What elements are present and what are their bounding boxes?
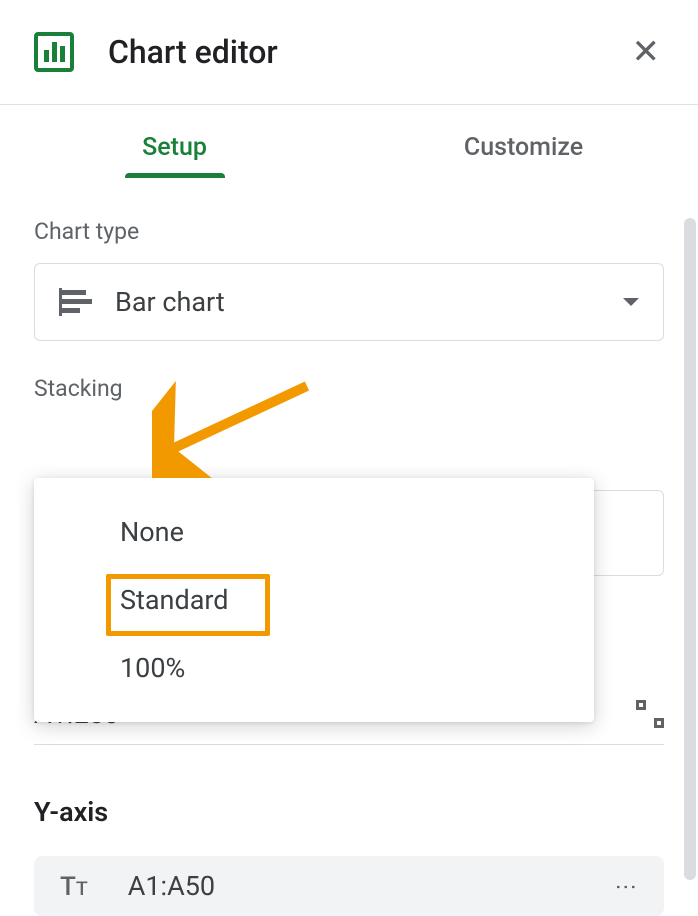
text-type-icon: Tᴛ [60, 871, 88, 902]
tab-setup[interactable]: Setup [0, 133, 349, 178]
yaxis-value: A1:A50 [128, 870, 613, 902]
yaxis-row[interactable]: Tᴛ A1:A50 ⋮ [34, 856, 664, 916]
select-range-icon[interactable] [636, 700, 664, 728]
chevron-down-icon [623, 298, 639, 306]
stacking-label: Stacking [34, 375, 664, 402]
stacking-option-none[interactable]: None [34, 498, 594, 566]
yaxis-section-label: Y-axis [34, 796, 108, 828]
chart-type-value: Bar chart [115, 286, 623, 318]
stacking-option-standard[interactable]: Standard [34, 566, 594, 634]
editor-header: Chart editor ✕ [0, 0, 698, 105]
tabs: Setup Customize [0, 105, 698, 178]
setup-panel: Chart type Bar chart Stacking [0, 178, 698, 402]
stacking-option-100[interactable]: 100% [34, 634, 594, 702]
chart-type-label: Chart type [34, 218, 664, 245]
more-options-icon[interactable]: ⋮ [613, 876, 638, 896]
bar-chart-icon [59, 288, 93, 316]
close-icon[interactable]: ✕ [628, 28, 665, 76]
stacking-menu: None Standard 100% [34, 478, 594, 722]
scrollbar[interactable] [684, 218, 696, 880]
chart-type-dropdown[interactable]: Bar chart [34, 263, 664, 341]
tab-customize[interactable]: Customize [349, 133, 698, 178]
chart-icon [34, 32, 74, 72]
editor-title: Chart editor [108, 33, 628, 71]
